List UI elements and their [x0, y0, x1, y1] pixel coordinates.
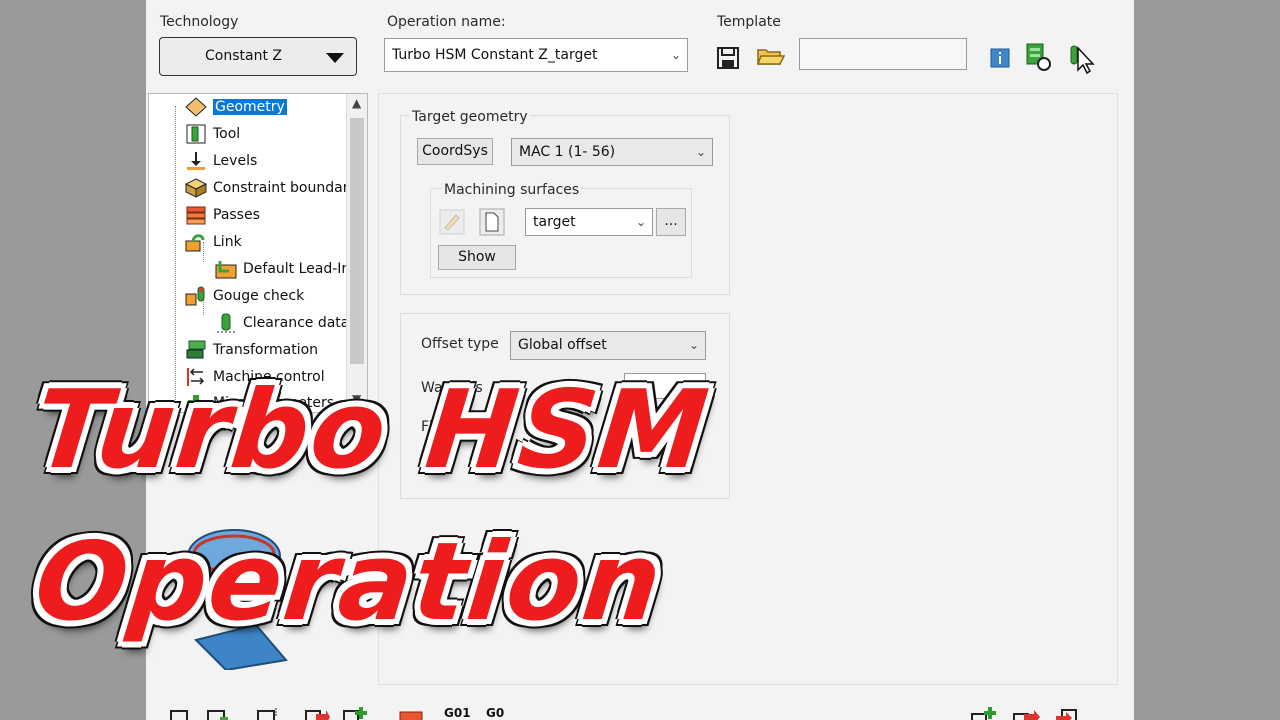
ellipsis-button[interactable]: ...: [656, 208, 686, 236]
tree-item-label: Default Lead-Ir: [243, 261, 348, 277]
template-field[interactable]: [799, 38, 967, 70]
tree-item-clearance-data[interactable]: Clearance data: [215, 313, 349, 337]
tree-item-passes[interactable]: Passes: [185, 205, 260, 229]
move-operation-icon[interactable]: [1012, 706, 1040, 720]
offset-type-label: Offset type: [421, 336, 499, 352]
open-folder-icon[interactable]: [756, 44, 786, 68]
tree-item-label: Tool: [213, 126, 241, 142]
operation-name-value: Turbo HSM Constant Z_target: [392, 47, 598, 63]
bottom-toolbar: G01 G0: [146, 700, 1134, 720]
geometry-icon: [185, 97, 207, 117]
operation-name-label: Operation name:: [387, 14, 506, 30]
chevron-down-icon: ⌄: [670, 48, 681, 62]
tree-guide-line: [175, 106, 176, 406]
tree-item-label: Gouge check: [213, 288, 305, 304]
tree-item-levels[interactable]: Levels: [185, 151, 257, 175]
chevron-down-icon: ⌄: [695, 145, 706, 159]
lead-in-icon: [215, 261, 237, 279]
scroll-up-icon[interactable]: ▲: [352, 96, 361, 110]
overlay-title-line-2: Operation: [29, 520, 669, 645]
copy-icon[interactable]: [256, 706, 282, 720]
tree-item-gouge-check[interactable]: Gouge check: [185, 286, 304, 310]
simulate-icon[interactable]: [1024, 42, 1054, 72]
chevron-down-icon: ⌄: [635, 215, 646, 229]
save-icon[interactable]: [168, 708, 190, 720]
transformation-icon: [186, 340, 206, 359]
levels-icon: [187, 152, 205, 170]
tool-icon: [186, 124, 206, 144]
tree-item-label: Geometry: [213, 99, 287, 115]
coordsys-value: MAC 1 (1- 56): [519, 144, 616, 160]
document-icon[interactable]: [479, 208, 505, 236]
tree-item-label: Levels: [213, 153, 258, 169]
technology-label: Technology: [160, 14, 239, 30]
tree-item-geometry[interactable]: Geometry: [185, 97, 287, 121]
tool-pointer-icon[interactable]: [1064, 40, 1098, 74]
surface-dropdown[interactable]: target ⌄: [525, 208, 653, 236]
stock-icon[interactable]: [398, 706, 424, 720]
gouge-check-icon: [185, 286, 205, 306]
coordsys-button[interactable]: CoordSys: [417, 138, 493, 165]
tree-item-constraint-boundary[interactable]: Constraint boundari: [185, 178, 352, 202]
tree-item-transformation[interactable]: Transformation: [185, 340, 318, 364]
technology-dropdown[interactable]: Constant Z: [159, 37, 357, 76]
parameter-tree: Geometry Tool Levels Constraint boundari…: [148, 93, 368, 413]
target-geometry-title: Target geometry: [410, 109, 530, 125]
scroll-thumb[interactable]: [350, 118, 364, 364]
offset-type-dropdown[interactable]: Global offset ⌄: [510, 331, 706, 360]
technology-value: Constant Z: [205, 48, 282, 64]
clearance-data-icon: [217, 313, 235, 333]
link-icon: [185, 234, 205, 252]
edit-surface-icon[interactable]: [439, 209, 465, 235]
info-icon[interactable]: [990, 48, 1010, 68]
constraint-boundary-icon: [185, 178, 207, 198]
tree-scrollbar[interactable]: ▲ ▼: [346, 94, 367, 412]
exit-icon[interactable]: [1054, 706, 1082, 720]
template-label: Template: [717, 14, 781, 30]
coordsys-dropdown[interactable]: MAC 1 (1- 56) ⌄: [511, 138, 713, 166]
overlay-title-line-1: Turbo HSM: [29, 368, 716, 493]
add-operation-icon[interactable]: [970, 706, 998, 720]
add-icon[interactable]: [342, 706, 368, 720]
offset-type-value: Global offset: [518, 337, 607, 353]
surface-value: target: [533, 214, 576, 230]
tree-item-tool[interactable]: Tool: [185, 124, 240, 148]
save-as-icon[interactable]: [206, 708, 230, 720]
tree-item-default-lead-in[interactable]: Default Lead-Ir: [215, 259, 347, 283]
tree-item-label: Transformation: [213, 342, 319, 358]
show-button[interactable]: Show: [438, 245, 516, 270]
tree-item-label: Passes: [213, 207, 260, 223]
tree-item-label: Link: [213, 234, 242, 250]
machining-surfaces-title: Machining surfaces: [442, 182, 582, 198]
chevron-down-icon: ⌄: [688, 338, 699, 352]
tree-item-label: Constraint boundari: [213, 180, 353, 196]
export-icon[interactable]: [304, 706, 330, 720]
passes-icon: [186, 206, 206, 225]
triangle-down-icon: [326, 53, 344, 63]
g01-button[interactable]: G01: [444, 706, 471, 720]
tree-item-label: Clearance data: [243, 315, 350, 331]
tree-item-link[interactable]: Link: [185, 232, 242, 256]
g0-button[interactable]: G0: [486, 706, 504, 720]
save-icon[interactable]: [716, 46, 740, 70]
operation-name-field[interactable]: Turbo HSM Constant Z_target ⌄: [384, 38, 688, 72]
